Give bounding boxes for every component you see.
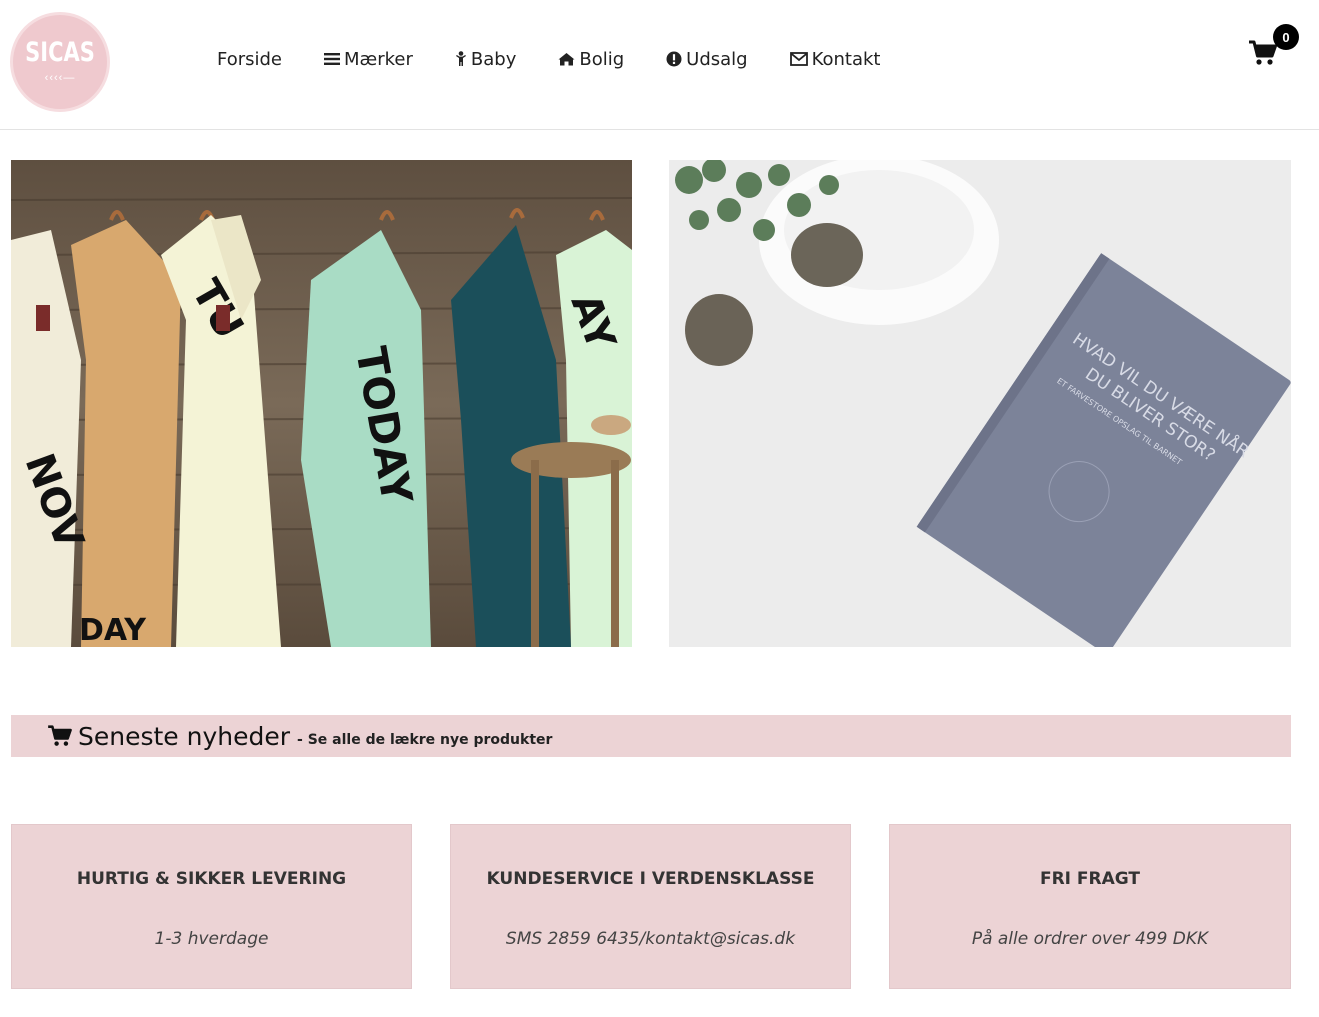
logo-text: SICAS bbox=[25, 37, 95, 67]
cart-count-badge: 0 bbox=[1273, 24, 1299, 50]
nav-item-bolig[interactable]: Bolig bbox=[558, 49, 624, 70]
nav-item-label: Mærker bbox=[344, 48, 413, 70]
feature-box-shipping: FRI FRAGT På alle ordrer over 499 DKK bbox=[889, 824, 1291, 989]
nav-item-forside[interactable]: Forside bbox=[217, 49, 282, 70]
home-icon bbox=[558, 52, 575, 66]
nav-item-udsalg[interactable]: Udsalg bbox=[666, 48, 748, 70]
site-header: SICAS ‹‹‹‹— Forside Mærker Baby Bolig Ud… bbox=[0, 0, 1319, 130]
nav-item-label: Udsalg bbox=[686, 48, 748, 70]
feature-subtitle: På alle ordrer over 499 DKK bbox=[971, 929, 1209, 949]
feature-title: KUNDESERVICE I VERDENSKLASSE bbox=[486, 869, 815, 889]
feature-subtitle: SMS 2859 6435/kontakt@sicas.dk bbox=[505, 929, 796, 949]
banner-subtitle: - Se alle de lækre nye produkter bbox=[297, 732, 553, 748]
logo[interactable]: SICAS ‹‹‹‹— bbox=[10, 12, 110, 112]
latest-news-banner[interactable]: Seneste nyheder - Se alle de lækre nye p… bbox=[11, 715, 1291, 757]
feature-subtitle: 1-3 hverdage bbox=[154, 929, 269, 949]
svg-text:DAY: DAY bbox=[79, 613, 147, 647]
book-photo: HVAD VIL DU VÆRE NÅR DU BLIVER STOR? ET … bbox=[669, 160, 1291, 647]
hero-image-left[interactable]: NOV TU TODAY AY DAY bbox=[11, 160, 632, 647]
nav-item-label: Forside bbox=[217, 48, 283, 70]
nav-item-kontakt[interactable]: Kontakt bbox=[789, 48, 881, 70]
nav-item-label: Kontakt bbox=[811, 48, 881, 70]
envelope-icon bbox=[789, 52, 808, 66]
shopping-cart-icon bbox=[1249, 40, 1277, 65]
nav-item-label: Baby bbox=[470, 48, 517, 70]
main-nav: Forside Mærker Baby Bolig Udsalg Kontakt bbox=[217, 46, 881, 72]
shopping-cart-icon bbox=[48, 725, 72, 747]
child-icon bbox=[455, 51, 467, 67]
tea-towels-photo: NOV TU TODAY AY DAY bbox=[11, 160, 632, 647]
feature-title: FRI FRAGT bbox=[1039, 869, 1141, 889]
exclamation-circle-icon bbox=[666, 51, 682, 67]
nav-item-label: Bolig bbox=[579, 48, 625, 70]
nav-item-baby[interactable]: Baby bbox=[455, 49, 516, 70]
banner-title: Seneste nyheder bbox=[78, 721, 291, 751]
feature-box-delivery: HURTIG & SIKKER LEVERING 1-3 hverdage bbox=[11, 824, 412, 989]
leaf-icon: ‹‹‹‹— bbox=[44, 72, 76, 84]
feature-title: HURTIG & SIKKER LEVERING bbox=[76, 869, 347, 889]
hero-image-right[interactable]: HVAD VIL DU VÆRE NÅR DU BLIVER STOR? ET … bbox=[669, 160, 1291, 647]
nav-item-maerker[interactable]: Mærker bbox=[324, 49, 413, 70]
feature-box-service: KUNDESERVICE I VERDENSKLASSE SMS 2859 64… bbox=[450, 824, 851, 989]
bars-icon bbox=[324, 52, 341, 66]
